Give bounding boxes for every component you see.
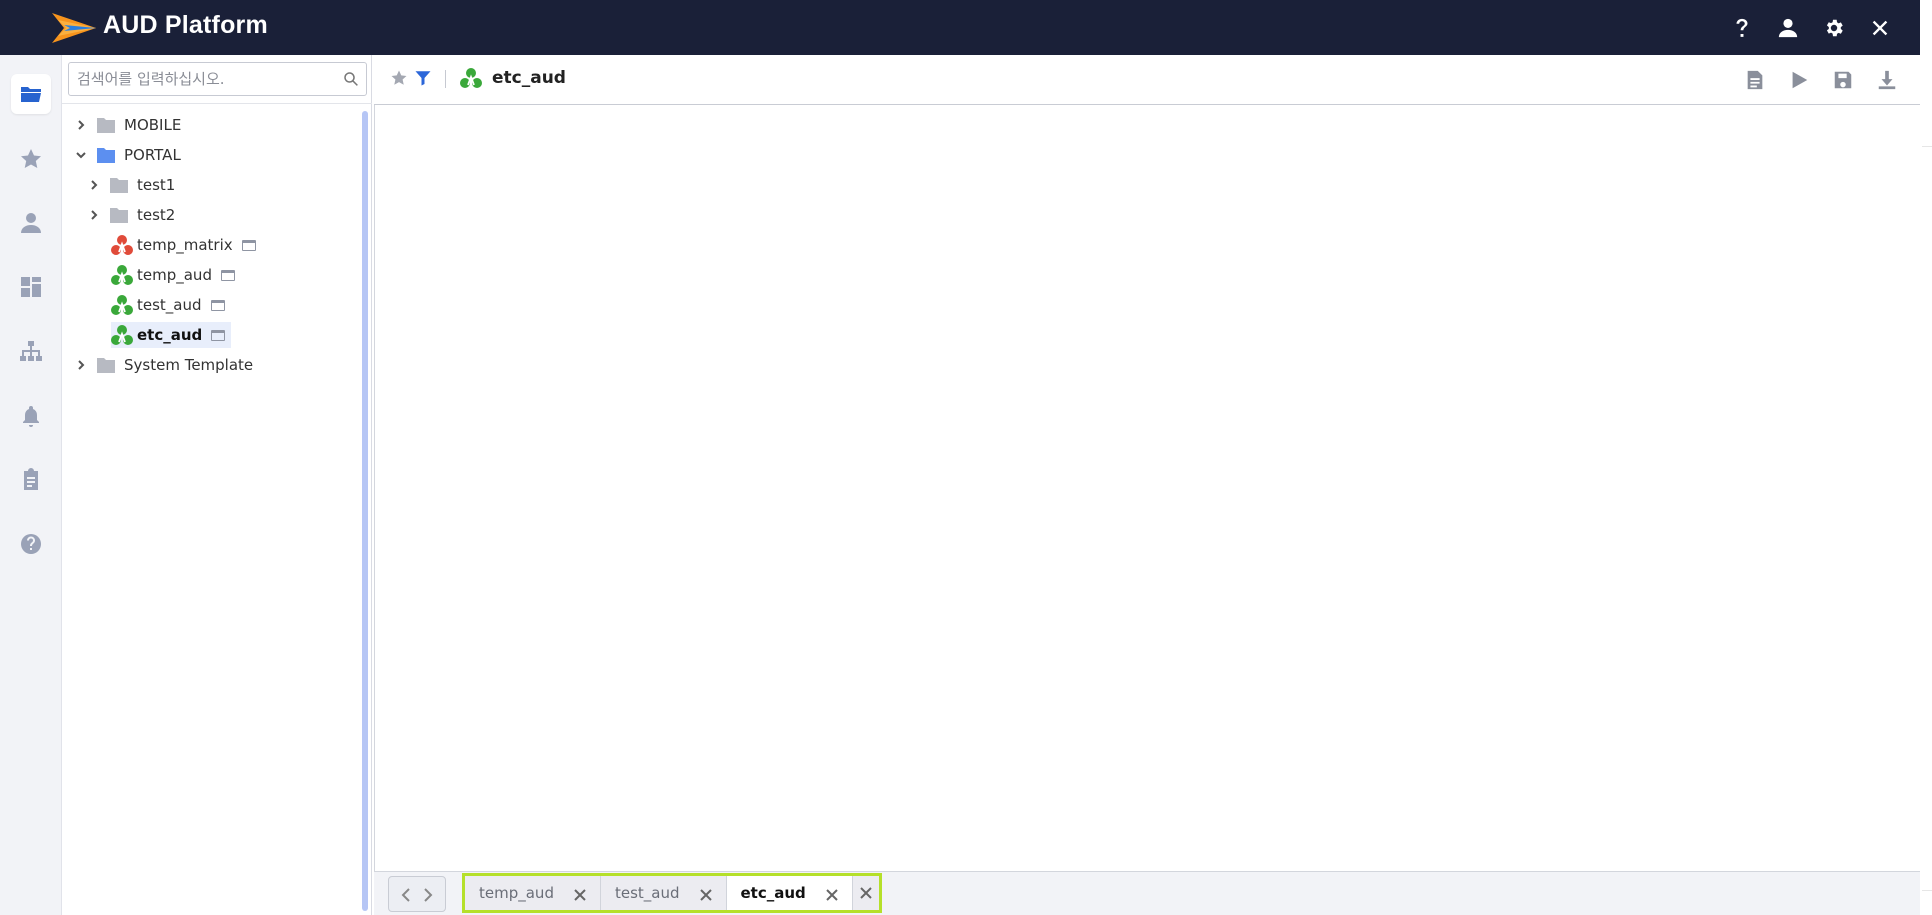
filter-icon[interactable] (414, 69, 432, 87)
folder-icon (97, 358, 115, 373)
aud-logo-icon (52, 13, 96, 43)
folder-icon (97, 118, 115, 133)
chevron-right-icon[interactable] (74, 118, 88, 132)
tree-node-label: System Template (124, 356, 254, 374)
tab-label: test_aud (614, 884, 680, 902)
sitemap-icon[interactable] (11, 331, 51, 371)
tab-bar: temp_aud test_aud etc_aud (374, 871, 1920, 915)
tree-node-label: etc_aud (137, 326, 203, 344)
window-icon[interactable] (211, 329, 226, 341)
folder-icon (110, 178, 128, 193)
chevron-right-icon[interactable] (87, 178, 101, 192)
folder-open-icon (97, 148, 115, 163)
chevron-right-icon[interactable] (422, 887, 434, 902)
window-icon[interactable] (220, 269, 235, 281)
header-divider (445, 70, 446, 88)
close-icon[interactable] (699, 887, 712, 901)
tree-node-label: test1 (137, 176, 176, 194)
bell-icon[interactable] (11, 396, 51, 436)
star-icon[interactable] (11, 139, 51, 179)
chevron-right-icon[interactable] (87, 208, 101, 222)
tree-node-temp-aud[interactable]: temp_aud (111, 262, 235, 288)
top-header: AUD Platform (0, 0, 1920, 55)
window-icon[interactable] (241, 239, 256, 251)
tree-scrollbar[interactable] (362, 111, 368, 911)
tab-etc-aud[interactable]: etc_aud (726, 876, 853, 910)
tree-node-test1[interactable]: test1 (87, 172, 175, 198)
tab-temp-aud[interactable]: temp_aud (465, 876, 601, 910)
content-header: etc_aud (374, 55, 1920, 105)
document-icon[interactable] (1742, 67, 1768, 93)
help-icon[interactable] (1726, 12, 1758, 44)
close-icon[interactable] (1864, 12, 1896, 44)
tab-test-aud[interactable]: test_aud (601, 876, 727, 910)
aud-report-icon (111, 295, 133, 315)
tab-nav-arrows (388, 876, 446, 912)
tree-node-label: PORTAL (124, 146, 181, 164)
tree-node-mobile[interactable]: MOBILE (74, 112, 181, 138)
chevron-down-icon[interactable] (74, 148, 88, 162)
aud-report-icon (460, 68, 482, 88)
tab-label: temp_aud (479, 884, 554, 902)
close-icon[interactable] (574, 887, 586, 901)
tree-node-label: temp_matrix (137, 236, 233, 254)
right-edge-strip (1920, 0, 1932, 915)
search-input[interactable] (69, 63, 329, 95)
clipboard-icon[interactable] (11, 460, 51, 500)
open-tabs: temp_aud test_aud etc_aud (462, 873, 882, 913)
window-icon[interactable] (210, 299, 225, 311)
nav-rail (0, 55, 62, 915)
settings-icon[interactable] (1818, 12, 1850, 44)
folder-icon[interactable] (11, 74, 51, 114)
help-circle-icon[interactable] (11, 524, 51, 564)
aud-report-icon (111, 325, 133, 345)
tree-node-etc-aud[interactable]: etc_aud (111, 322, 232, 348)
user-icon[interactable] (1772, 12, 1804, 44)
matrix-report-icon (111, 235, 133, 255)
tree-node-test-aud[interactable]: test_aud (111, 292, 225, 318)
tree-panel: MOBILE PORTAL test1 test2 temp_matrix te… (62, 55, 372, 915)
play-icon[interactable] (1786, 67, 1812, 93)
save-icon[interactable] (1830, 67, 1856, 93)
download-icon[interactable] (1874, 67, 1900, 93)
tab-label: etc_aud (740, 884, 806, 902)
tree-node-label: MOBILE (124, 116, 182, 134)
close-icon[interactable] (826, 887, 838, 901)
dashboard-icon[interactable] (11, 267, 51, 307)
report-canvas[interactable] (374, 105, 1920, 871)
aud-report-icon (111, 265, 133, 285)
tree-node-label: test2 (137, 206, 176, 224)
search-icon[interactable] (342, 70, 360, 88)
tree-node-portal[interactable]: PORTAL (74, 142, 181, 168)
tree-node-temp-matrix[interactable]: temp_matrix (111, 232, 256, 258)
tree-node-test2[interactable]: test2 (87, 202, 175, 228)
close-all-tabs-icon[interactable] (853, 876, 879, 910)
user-icon[interactable] (11, 203, 51, 243)
chevron-right-icon[interactable] (74, 358, 88, 372)
favorite-star-icon[interactable] (390, 69, 408, 87)
app-title: AUD Platform (103, 11, 268, 39)
tree-node-label: test_aud (137, 296, 202, 314)
tree-node-label: temp_aud (137, 266, 212, 284)
report-title: etc_aud (492, 68, 566, 88)
tree-node-system-template[interactable]: System Template (74, 352, 253, 378)
chevron-left-icon[interactable] (400, 887, 412, 902)
search-box (68, 62, 367, 96)
folder-icon (110, 208, 128, 223)
